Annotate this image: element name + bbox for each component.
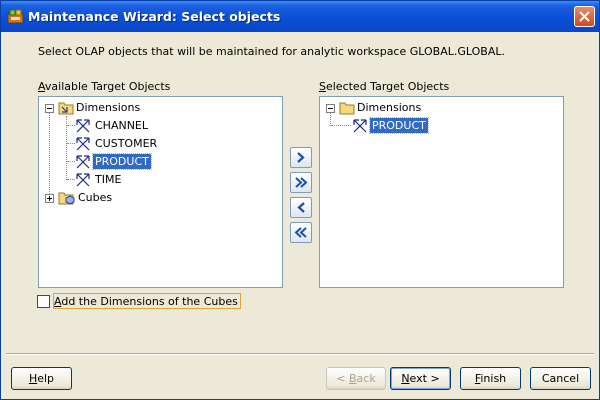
dimension-icon [76, 137, 90, 151]
title-bar[interactable]: Maintenance Wizard: Select objects [1, 1, 599, 32]
label-text: dd the Dimensions of the Cubes [61, 295, 238, 308]
instruction-text: Select OLAP objects that will be maintai… [38, 45, 505, 58]
mnemonic-letter: S [319, 80, 326, 93]
app-icon [7, 8, 24, 25]
close-icon [579, 11, 590, 22]
selected-objects-tree[interactable]: Dimensions PRODUCT [319, 96, 564, 288]
label-text: ack [356, 372, 376, 385]
tree-label: CHANNEL [95, 119, 149, 132]
available-objects-tree[interactable]: Dimensions CHANNEL CUSTOMER PRODUCT TIME [38, 96, 283, 288]
mnemonic-letter: A [38, 80, 45, 93]
tree-label-selected: PRODUCT [92, 153, 152, 170]
back-button[interactable]: < Back [326, 367, 386, 390]
double-chevron-left-icon [294, 227, 307, 238]
cancel-button[interactable]: Cancel [530, 367, 591, 390]
tree-label: Dimensions [76, 101, 141, 114]
collapse-toggle-icon[interactable] [326, 104, 335, 113]
selected-objects-label: Selected Target Objects [319, 80, 449, 93]
mnemonic-letter: H [28, 372, 38, 385]
chevron-right-icon [297, 152, 305, 163]
dimension-icon [76, 173, 90, 187]
tree-label: TIME [95, 173, 122, 186]
dimension-icon [76, 119, 90, 133]
add-cube-dimensions-label[interactable]: Add the Dimensions of the Cubes [53, 293, 241, 309]
tree-node-channel[interactable]: CHANNEL [75, 118, 225, 134]
tree-node-cubes[interactable]: Cubes [44, 190, 244, 206]
dimension-icon [76, 155, 90, 169]
help-button[interactable]: Help [11, 367, 72, 390]
dimension-folder-icon [58, 102, 74, 115]
add-all-button[interactable] [290, 172, 312, 193]
mnemonic-letter: N [401, 372, 410, 385]
tree-label: CUSTOMER [95, 137, 158, 150]
remove-selected-button[interactable] [290, 197, 312, 218]
maintenance-wizard-dialog: Maintenance Wizard: Select objects Selec… [0, 0, 600, 400]
label-text: < [336, 372, 349, 385]
add-selected-button[interactable] [290, 147, 312, 168]
cube-folder-icon [58, 192, 75, 205]
available-objects-label: Available Target Objects [38, 80, 170, 93]
tree-label: Dimensions [357, 101, 422, 114]
close-button[interactable] [574, 6, 595, 27]
window-title: Maintenance Wizard: Select objects [28, 9, 281, 24]
tree-node-product[interactable]: PRODUCT [352, 117, 502, 134]
label-text: elp [37, 372, 55, 385]
label-text: elected Target Objects [325, 80, 450, 93]
chevron-left-icon [297, 202, 305, 213]
double-chevron-right-icon [295, 177, 308, 188]
remove-all-button[interactable] [290, 222, 312, 243]
button-separator [6, 353, 594, 355]
next-button[interactable]: Next > [390, 367, 451, 390]
tree-node-time[interactable]: TIME [75, 172, 225, 188]
expand-toggle-icon[interactable] [45, 194, 54, 203]
label-text: vailable Target Objects [44, 80, 171, 93]
tree-node-dimensions[interactable]: Dimensions [44, 100, 244, 116]
collapse-toggle-icon[interactable] [45, 104, 54, 113]
tree-node-dimensions[interactable]: Dimensions [325, 100, 525, 116]
tree-label-selected: PRODUCT [369, 117, 429, 134]
finish-button[interactable]: Finish [460, 367, 521, 390]
folder-icon [339, 102, 355, 115]
label-text: inish [480, 372, 507, 385]
tree-node-customer[interactable]: CUSTOMER [75, 136, 225, 152]
add-cube-dimensions-checkbox[interactable] [37, 295, 50, 308]
dimension-icon [353, 119, 367, 133]
tree-label: Cubes [78, 191, 113, 204]
label-text: ext > [409, 372, 440, 385]
mnemonic-letter: B [349, 372, 357, 385]
tree-node-product[interactable]: PRODUCT [75, 153, 225, 170]
